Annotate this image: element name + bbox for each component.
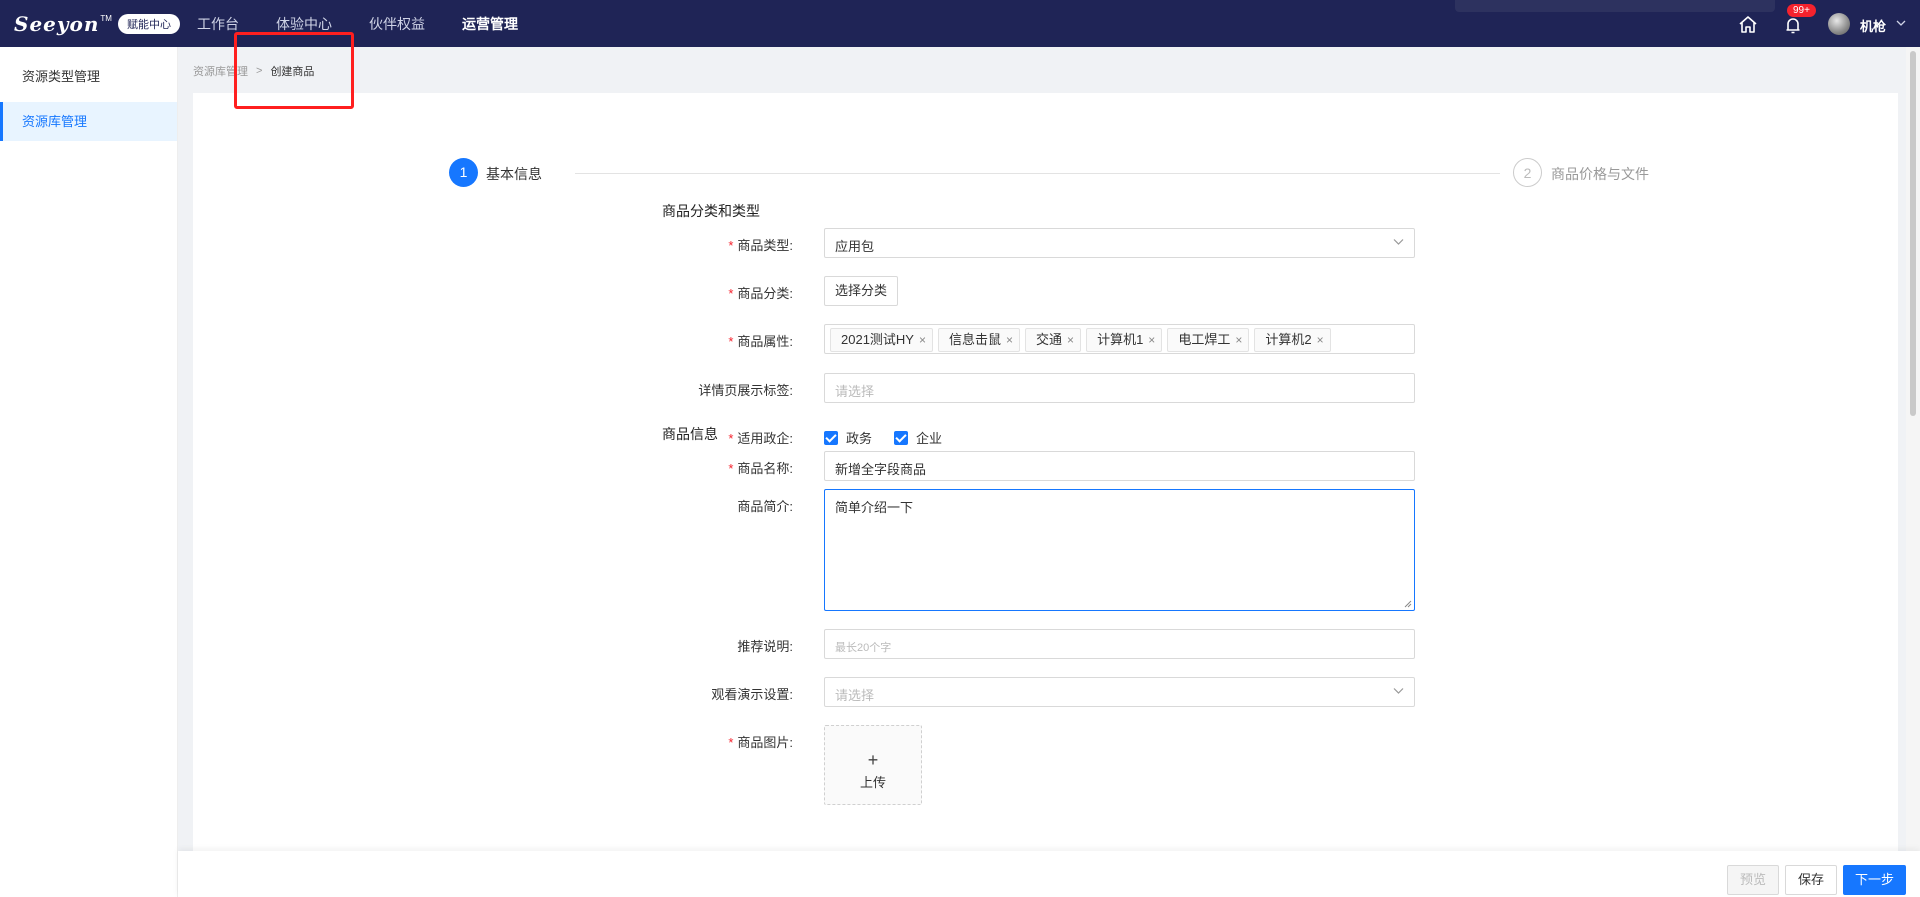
step-1-label: 基本信息 (486, 166, 542, 182)
step-2-label: 商品价格与文件 (1551, 166, 1649, 182)
detail-tag-placeholder: 请选择 (835, 384, 875, 399)
chevron-down-icon (1393, 688, 1404, 694)
product-type-select[interactable]: 应用包 (824, 228, 1415, 258)
footer-action-bar: 预览 保存 下一步 (178, 851, 1920, 897)
demo-select[interactable]: 请选择 (824, 677, 1415, 707)
tag-close-icon[interactable]: × (1006, 333, 1013, 347)
notification-badge: 99+ (1787, 4, 1816, 17)
enterprise-checkbox-label[interactable]: 企业 (916, 428, 942, 447)
required-mark: * (728, 461, 734, 476)
recommend-input[interactable]: 最长20个字 (824, 629, 1415, 659)
product-name-input[interactable]: 新增全字段商品 (824, 451, 1415, 481)
scrollbar[interactable] (1906, 47, 1920, 851)
nav-item-operations[interactable]: 运营管理 (462, 14, 518, 34)
main-content: 资源库管理 > 创建商品 1 基本信息 2 商品价格与文件 商品分类和类型 * 商… (178, 47, 1920, 897)
chevron-down-icon (1393, 239, 1404, 245)
intro-label: 商品简介: (737, 499, 793, 514)
resize-grip-icon[interactable] (1403, 599, 1412, 608)
attribute-tag: 计算机2 × (1254, 328, 1331, 352)
logo-text: Seeyon (14, 11, 100, 36)
product-type-value: 应用包 (835, 239, 875, 254)
form-row-demo: 观看演示设置: 请选择 (193, 677, 1898, 707)
save-button[interactable]: 保存 (1785, 865, 1838, 895)
user-name[interactable]: 机枪 (1860, 16, 1886, 35)
sidebar-item-resource-library[interactable]: 资源库管理 (0, 102, 177, 141)
avatar[interactable] (1828, 13, 1850, 35)
demo-label: 观看演示设置: (711, 687, 793, 702)
product-intro-value: 简单介绍一下 (835, 500, 914, 515)
form-row-recommend: 推荐说明: 最长20个字 (193, 629, 1898, 659)
section-title-category: 商品分类和类型 (662, 203, 760, 219)
form-row-name: * 商品名称: 新增全字段商品 (193, 451, 1898, 481)
scrollbar-thumb[interactable] (1910, 51, 1916, 416)
dropdown-shadow (1455, 0, 1775, 12)
government-checkbox[interactable] (824, 430, 838, 445)
plus-icon: + (867, 750, 879, 770)
name-label: * 商品名称: (728, 461, 793, 476)
seeyon-logo[interactable]: Seeyon TM 赋能中心 (14, 10, 180, 37)
step-connector (575, 173, 1500, 174)
logo-trademark: TM (100, 14, 112, 23)
logo-badge: 赋能中心 (117, 13, 180, 34)
upload-label: 上传 (859, 775, 886, 790)
product-type-label: * 商品类型: (728, 238, 793, 253)
required-mark: * (728, 735, 734, 750)
tag-close-icon[interactable]: × (1235, 333, 1242, 347)
nav-item-experience-center[interactable]: 体验中心 (276, 14, 332, 34)
enterprise-checkbox[interactable] (894, 430, 909, 445)
next-step-button[interactable]: 下一步 (1843, 865, 1907, 895)
form-row-image: * 商品图片: + 上传 (193, 725, 1898, 805)
form-row-category: * 商品分类: 选择分类 (193, 276, 1898, 306)
form-row-intro: 商品简介: 简单介绍一下 (193, 489, 1898, 611)
preview-button[interactable]: 预览 (1727, 865, 1780, 895)
attribute-tags: 2021测试HY × 信息击鼠 × 交通 × 计算机1 × 电工焊工 × 计算机2 × (830, 328, 1336, 352)
detail-tag-label: 详情页展示标签: (698, 383, 793, 398)
form-row-attributes: * 商品属性: 2021测试HY × 信息击鼠 × 交通 × 计算机1 × 电工焊工 × 计… (193, 324, 1898, 354)
annotation-highlight-box (234, 32, 354, 109)
applicable-label: * 适用政企: (728, 431, 793, 446)
category-label: * 商品分类: (728, 286, 793, 301)
home-icon[interactable] (1737, 14, 1759, 34)
form-row-product-type: * 商品类型: 应用包 (193, 228, 1898, 258)
step-2-indicator: 2 (1513, 158, 1542, 187)
required-mark: * (728, 431, 734, 446)
recommend-label: 推荐说明: (737, 639, 793, 654)
product-name-value: 新增全字段商品 (835, 462, 927, 477)
tag-close-icon[interactable]: × (1148, 333, 1155, 347)
image-upload[interactable]: + 上传 (824, 725, 922, 805)
tag-close-icon[interactable]: × (919, 333, 926, 347)
step-1-indicator: 1 (449, 158, 478, 187)
form-row-detail-tag: 详情页展示标签: 请选择 (193, 373, 1898, 403)
attribute-tag: 信息击鼠 × (938, 328, 1021, 352)
attribute-tag: 交通 × (1025, 328, 1082, 352)
sidebar-item-resource-types[interactable]: 资源类型管理 (0, 57, 177, 96)
chevron-down-icon[interactable] (1896, 18, 1906, 28)
attribute-tag: 2021测试HY × (830, 328, 933, 352)
recommend-placeholder: 最长20个字 (835, 642, 892, 654)
attributes-label: * 商品属性: (728, 334, 793, 349)
attribute-tag: 计算机1 × (1086, 328, 1163, 352)
attribute-tag: 电工焊工 × (1167, 328, 1250, 352)
tag-close-icon[interactable]: × (1067, 333, 1074, 347)
nav-item-partner-benefits[interactable]: 伙伴权益 (369, 14, 425, 34)
product-intro-textarea[interactable]: 简单介绍一下 (824, 489, 1415, 611)
required-mark: * (728, 286, 734, 301)
image-label: * 商品图片: (728, 735, 793, 750)
sidebar: 资源类型管理 资源库管理 (0, 47, 178, 897)
government-checkbox-label[interactable]: 政务 (846, 428, 872, 447)
detail-tag-select[interactable]: 请选择 (824, 373, 1415, 403)
tag-close-icon[interactable]: × (1317, 333, 1324, 347)
required-mark: * (728, 238, 734, 253)
bell-icon[interactable] (1782, 14, 1804, 36)
section-title-product-info: 商品信息 (662, 426, 718, 442)
form-row-applicable: * 适用政企: 政务 企业 (193, 421, 1898, 451)
form-card: 1 基本信息 2 商品价格与文件 商品分类和类型 * 商品类型: 应用包 * 商品分… (193, 93, 1898, 897)
nav-item-workbench[interactable]: 工作台 (197, 14, 239, 34)
attributes-multiselect[interactable]: 2021测试HY × 信息击鼠 × 交通 × 计算机1 × 电工焊工 × 计算机2 × (824, 324, 1415, 354)
demo-placeholder: 请选择 (835, 688, 875, 703)
applicable-checkbox-group: 政务 企业 (824, 428, 964, 447)
select-category-button[interactable]: 选择分类 (824, 276, 898, 306)
required-mark: * (728, 334, 734, 349)
